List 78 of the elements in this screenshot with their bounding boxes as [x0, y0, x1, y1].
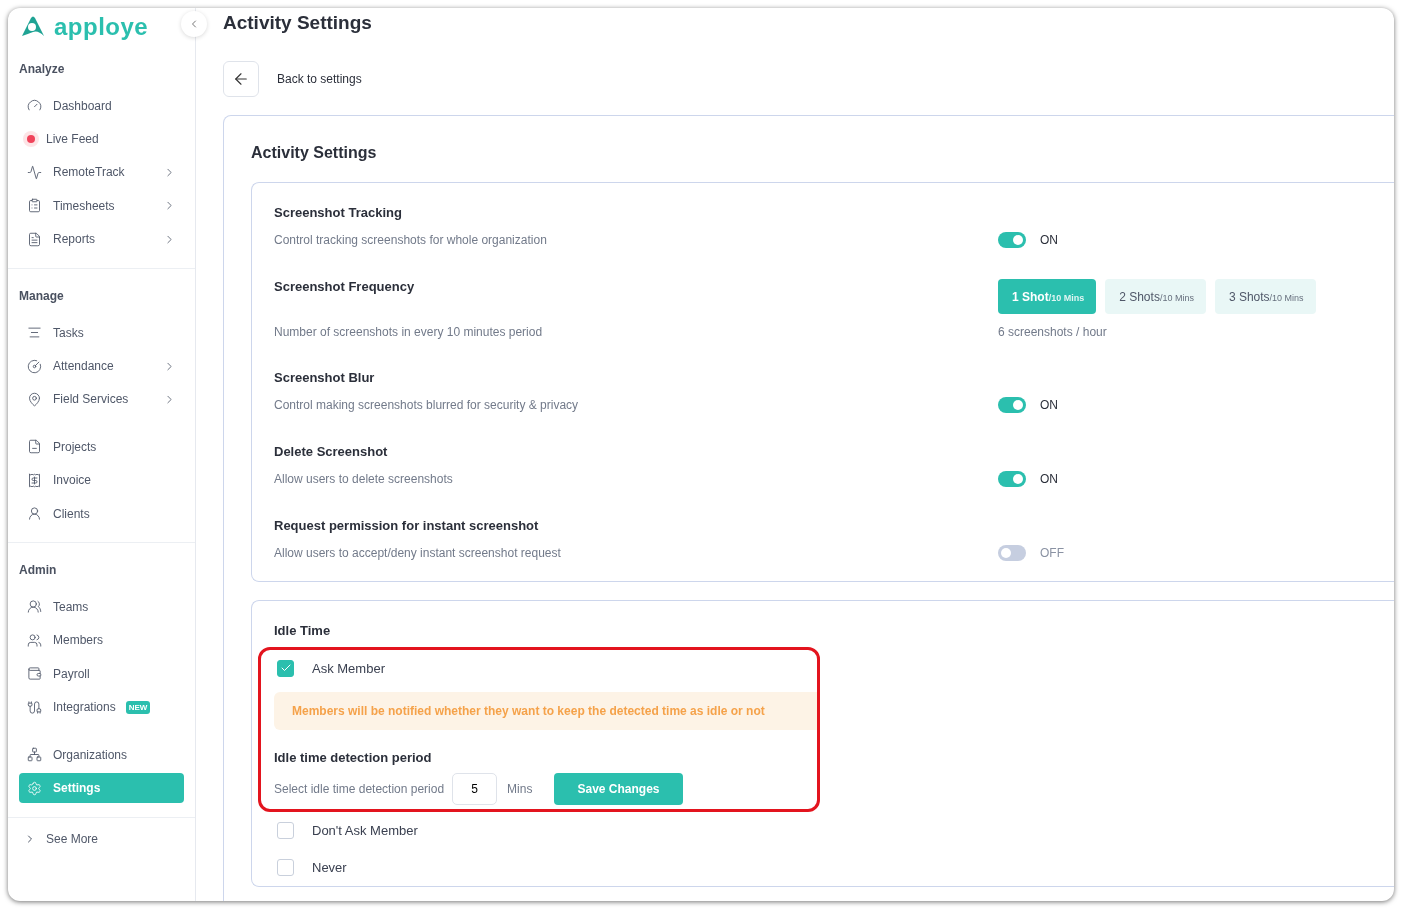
nav-icon: [27, 780, 42, 796]
setting-title: Screenshot Blur: [274, 370, 376, 385]
setting-description: Control making screenshots blurred for security & privacy: [274, 398, 580, 412]
nav-icon: [27, 358, 42, 374]
toggle-state: ON: [1040, 472, 1058, 486]
see-more-link[interactable]: See More: [8, 818, 195, 861]
nav-item[interactable]: Reports: [19, 222, 184, 256]
nav-item[interactable]: Projects: [19, 430, 184, 464]
setting-description: Number of screenshots in every 10 minutes period: [274, 325, 544, 339]
nav-icon: [27, 231, 42, 247]
nav-heading: Analyze: [19, 62, 66, 76]
toggle-state: OFF: [1040, 546, 1064, 560]
nav-heading: Manage: [19, 288, 65, 303]
section-title: Idle Time: [274, 623, 332, 638]
nav-item[interactable]: Payroll: [19, 657, 184, 691]
nav-item[interactable]: Clients: [19, 496, 184, 531]
nav-icon: [27, 391, 42, 407]
nav-item[interactable]: Members: [19, 623, 184, 658]
frequency-note: 6 screenshots / hour: [998, 325, 1108, 339]
checkbox[interactable]: [277, 859, 294, 876]
card-title: Activity Settings: [251, 144, 378, 162]
new-badge: NEW: [125, 700, 151, 714]
nav-heading: Admin: [19, 563, 58, 578]
info-note: Members will be notified whether they want to keep the detected time as idle or not: [274, 692, 817, 730]
toggle-switch[interactable]: [998, 397, 1026, 413]
setting-title: Screenshot Frequency: [274, 279, 416, 294]
frequency-option[interactable]: 3 Shots/10 Mins: [1214, 279, 1316, 314]
nav-item[interactable]: Field Services: [19, 382, 184, 417]
checkbox[interactable]: [277, 659, 294, 677]
setting-title: Request permission for instant screenshot: [274, 518, 540, 533]
nav-icon: [27, 198, 42, 214]
setting-title: Screenshot Tracking: [274, 205, 403, 220]
nav-icon: [27, 472, 42, 488]
nav-item[interactable]: Live Feed: [19, 122, 184, 156]
option-label: Ask Member: [312, 660, 385, 676]
nav-icon: [27, 506, 42, 522]
setting-description: Control tracking screenshots for whole organization: [274, 233, 548, 247]
nav-icon: [27, 599, 42, 615]
nav-item[interactable]: Attendance: [19, 349, 184, 383]
period-title: Idle time detection period: [274, 750, 433, 765]
toggle-switch[interactable]: [998, 232, 1026, 248]
frequency-option[interactable]: 2 Shots/10 Mins: [1105, 279, 1206, 314]
nav-icon: [27, 747, 42, 763]
nav-item[interactable]: Teams: [19, 590, 184, 624]
unit-label: Mins: [507, 782, 533, 796]
back-label: Back to settings: [277, 72, 362, 86]
live-dot-icon: [23, 131, 39, 148]
page-title: Activity Settings: [223, 12, 373, 34]
option-label: Never: [312, 860, 347, 875]
option-label: Don't Ask Member: [312, 823, 418, 838]
nav-icon: [27, 164, 42, 180]
toggle-state: ON: [1040, 398, 1058, 412]
toggle-switch[interactable]: [998, 545, 1026, 561]
nav-icon: [27, 666, 42, 682]
nav-item[interactable]: Invoice: [19, 463, 184, 497]
period-input[interactable]: 5: [452, 773, 498, 805]
back-button[interactable]: [223, 61, 259, 97]
brand-name: apploye: [54, 13, 149, 41]
setting-description: Allow users to accept/deny instant screenshot request: [274, 546, 562, 560]
nav-icon: [27, 699, 42, 715]
nav-item[interactable]: Timesheets: [19, 189, 184, 223]
nav-item[interactable]: Organizations: [19, 737, 184, 772]
nav-item[interactable]: RemoteTrack: [19, 155, 184, 190]
nav-item[interactable]: Tasks: [19, 315, 184, 350]
nav-item[interactable]: Integrations NEW: [19, 690, 184, 724]
setting-description: Allow users to delete screenshots: [274, 472, 454, 486]
toggle-state: ON: [1040, 233, 1058, 247]
period-label: Select idle time detection period: [274, 782, 445, 796]
check-icon: [279, 662, 292, 674]
collapse-button[interactable]: [181, 11, 207, 37]
setting-title: Delete Screenshot: [274, 444, 389, 459]
nav-icon: [27, 632, 42, 648]
checkbox[interactable]: [277, 822, 294, 839]
toggle-switch[interactable]: [998, 471, 1026, 487]
nav-icon: [27, 439, 42, 455]
nav-icon: [27, 325, 42, 341]
nav-item[interactable]: Dashboard: [19, 89, 184, 123]
logo-icon: [20, 16, 46, 38]
